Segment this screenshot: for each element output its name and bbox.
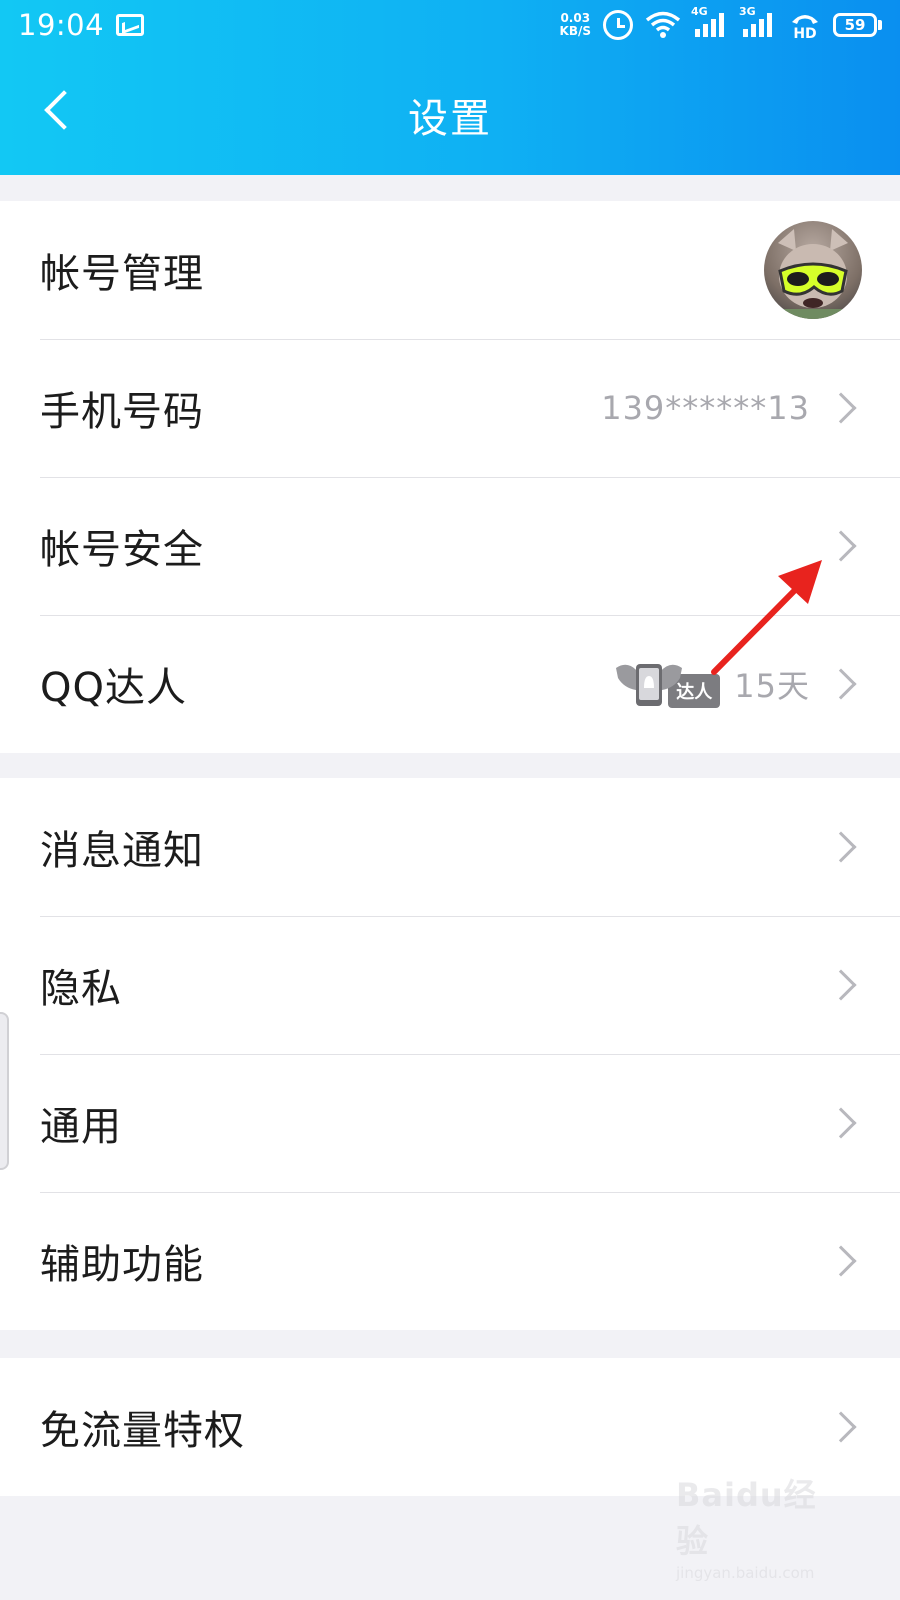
row-label: 帐号安全 (40, 527, 204, 573)
notification-image-icon (116, 14, 145, 36)
network-speed-unit: KB/S (559, 24, 591, 38)
account-group: 帐号管理 手机号码 139******13 帐号安全 QQ达人 达人 15天 (0, 201, 900, 753)
row-general[interactable]: 通用 (0, 1054, 900, 1192)
row-label: QQ达人 (40, 665, 187, 711)
watermark-logo: Baidu经验 (676, 1476, 817, 1560)
signal-4g-icon: 4G (691, 5, 729, 39)
signal-3g-icon: 3G (739, 5, 777, 39)
row-qq-daren[interactable]: QQ达人 达人 15天 (0, 615, 900, 753)
daren-badge: 达人 (614, 656, 721, 712)
battery-icon: 59 (833, 13, 882, 37)
hd-call-icon: HD (789, 10, 821, 40)
status-bar: 19:04 0.03 KB/S 4G 3G HD 59 (0, 0, 900, 50)
chevron-right-icon (825, 1245, 857, 1277)
wifi-icon (645, 11, 681, 39)
chevron-right-icon (825, 831, 857, 863)
winged-phone-icon (614, 656, 684, 712)
row-privacy[interactable]: 隐私 (0, 916, 900, 1054)
avatar (764, 221, 862, 319)
row-label: 消息通知 (40, 828, 204, 874)
row-label: 通用 (40, 1104, 122, 1150)
signal-4g-label: 4G (691, 5, 708, 18)
chevron-right-icon (825, 668, 857, 700)
chevron-right-icon (825, 1411, 857, 1443)
general-group: 消息通知 隐私 通用 辅助功能 (0, 778, 900, 1330)
row-account-manage[interactable]: 帐号管理 (0, 201, 900, 339)
nav-bar: 设置 (0, 60, 900, 165)
phone-value: 139******13 (601, 389, 810, 427)
chevron-right-icon (825, 392, 857, 424)
daren-days: 15天 (734, 667, 810, 705)
network-speed: 0.03 KB/S (560, 12, 591, 38)
side-drawer-handle[interactable] (0, 1012, 9, 1170)
alarm-icon (603, 10, 633, 40)
battery-level: 59 (833, 13, 877, 37)
row-label: 帐号管理 (40, 251, 204, 297)
chevron-right-icon (825, 1107, 857, 1139)
row-account-security[interactable]: 帐号安全 (0, 477, 900, 615)
signal-3g-label: 3G (739, 5, 756, 18)
row-phone-number[interactable]: 手机号码 139******13 (0, 339, 900, 477)
baidu-watermark: Baidu经验 jingyan.baidu.com (676, 1470, 846, 1582)
chevron-right-icon (825, 969, 857, 1001)
row-label: 辅助功能 (40, 1242, 204, 1288)
status-icons: 0.03 KB/S 4G 3G HD 59 (560, 5, 882, 40)
chevron-right-icon[interactable] (825, 530, 857, 562)
row-label: 手机号码 (40, 389, 204, 435)
row-accessibility[interactable]: 辅助功能 (0, 1192, 900, 1330)
row-notifications[interactable]: 消息通知 (0, 778, 900, 916)
page-title: 设置 (408, 96, 492, 142)
status-time: 19:04 (18, 8, 105, 42)
row-label: 隐私 (40, 966, 122, 1012)
watermark-url: jingyan.baidu.com (676, 1564, 815, 1582)
hd-label: HD (793, 26, 816, 40)
row-label: 免流量特权 (40, 1408, 245, 1454)
header-bar: 19:04 0.03 KB/S 4G 3G HD 59 设置 (0, 0, 900, 175)
